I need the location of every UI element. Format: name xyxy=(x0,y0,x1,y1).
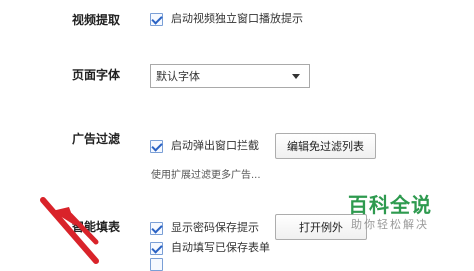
video-popup-option[interactable]: 启动视频独立窗口播放提示 xyxy=(150,12,303,26)
autofill-saved-forms-checkbox[interactable] xyxy=(150,241,163,255)
popup-block-option[interactable]: 启动弹出窗口拦截 xyxy=(150,139,259,153)
popup-block-option-label: 启动弹出窗口拦截 xyxy=(171,139,259,152)
page-font-label: 页面字体 xyxy=(72,68,121,82)
page-font-select[interactable]: 默认字体 xyxy=(150,64,310,88)
extension-filter-link[interactable]: 使用扩展过滤更多广告... xyxy=(151,166,261,181)
autofill-saved-forms-option[interactable]: 自动填写已保存表单 xyxy=(150,241,270,255)
red-arrow-annotation xyxy=(40,197,99,264)
autofill-saved-forms-label: 自动填写已保存表单 xyxy=(171,241,270,254)
watermark-title: 百科全说 xyxy=(348,193,432,217)
video-popup-option-label: 启动视频独立窗口播放提示 xyxy=(171,12,303,25)
next-option-checkbox[interactable] xyxy=(150,258,163,271)
watermark-logo: 百科全说 助你轻松解决 xyxy=(342,193,438,232)
chevron-down-icon xyxy=(292,74,300,79)
video-extraction-label: 视频提取 xyxy=(72,13,121,27)
video-popup-checkbox[interactable] xyxy=(150,12,163,26)
show-password-prompt-checkbox[interactable] xyxy=(150,221,163,235)
edit-whitelist-button[interactable]: 编辑免过滤列表 xyxy=(275,133,376,159)
page-font-selected-value: 默认字体 xyxy=(156,70,200,83)
show-password-prompt-label: 显示密码保存提示 xyxy=(171,221,259,234)
watermark-subtitle: 助你轻松解决 xyxy=(351,218,429,231)
ad-filter-label: 广告过滤 xyxy=(72,132,121,146)
popup-block-checkbox[interactable] xyxy=(150,139,163,153)
show-password-prompt-option[interactable]: 显示密码保存提示 xyxy=(150,221,259,235)
